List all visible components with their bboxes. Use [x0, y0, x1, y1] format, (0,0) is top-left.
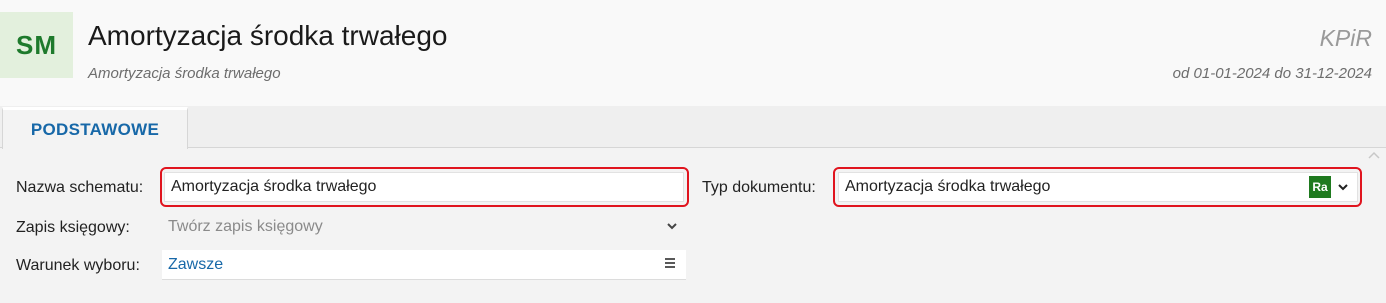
- condition-value[interactable]: Zawsze: [168, 256, 223, 274]
- condition-field[interactable]: Zawsze: [162, 250, 686, 280]
- header: SM Amortyzacja środka trwałego Amortyzac…: [0, 0, 1386, 106]
- condition-label: Warunek wyboru:: [16, 257, 140, 274]
- menu-icon[interactable]: [664, 256, 676, 274]
- module-name: KPiR: [1319, 25, 1372, 51]
- booking-value: Twórz zapis księgowy: [168, 218, 323, 235]
- booking-label: Zapis księgowy:: [16, 219, 130, 236]
- chevron-down-icon[interactable]: [666, 219, 678, 231]
- doc-type-highlight: [833, 167, 1362, 207]
- tab-bar: PODSTAWOWE: [0, 106, 1386, 149]
- page-subtitle: Amortyzacja środka trwałego: [88, 65, 281, 82]
- doc-type-label: Typ dokumentu:: [702, 179, 816, 196]
- tab-podstawowe[interactable]: PODSTAWOWE: [2, 107, 188, 149]
- module-badge: SM: [0, 12, 73, 78]
- scheme-name-highlight: [160, 167, 689, 207]
- page-title: Amortyzacja środka trwałego: [88, 20, 448, 51]
- period-range: od 01-01-2024 do 31-12-2024: [1172, 65, 1372, 82]
- booking-select[interactable]: Twórz zapis księgowy: [162, 212, 686, 242]
- scheme-name-label: Nazwa schematu:: [16, 179, 144, 196]
- scroll-up-icon[interactable]: [1368, 150, 1380, 162]
